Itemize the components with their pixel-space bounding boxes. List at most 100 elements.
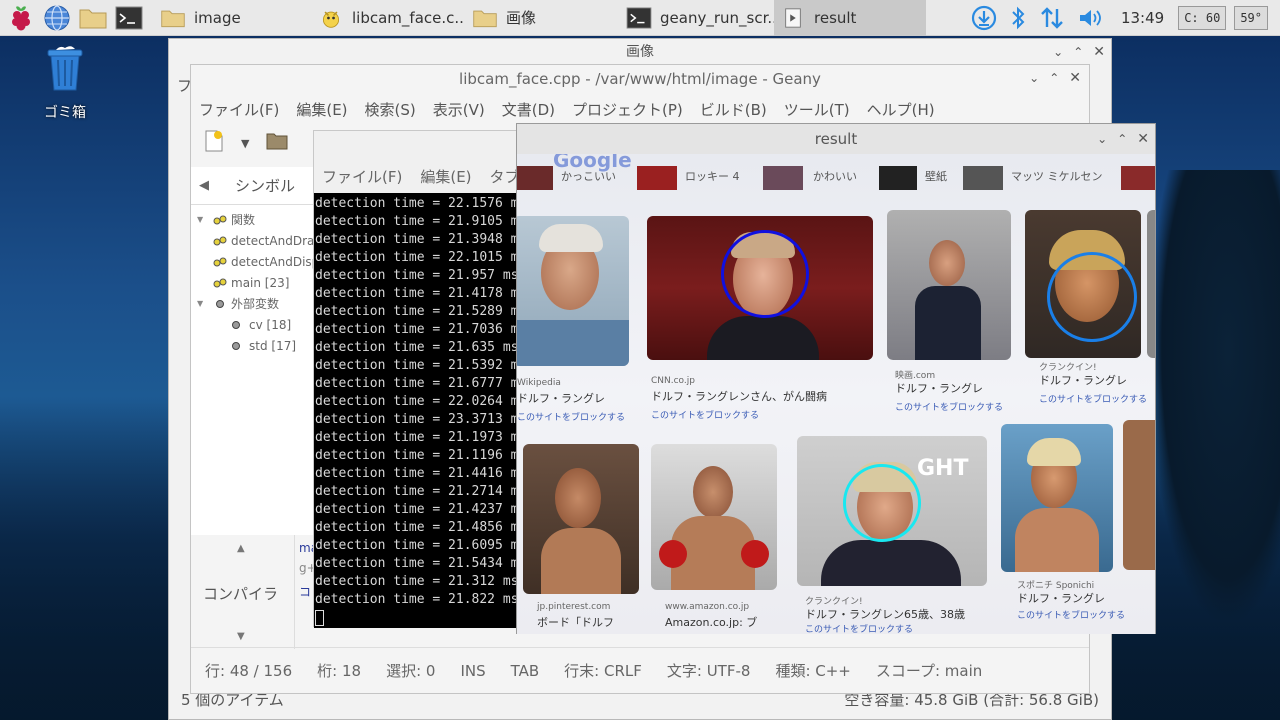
menu-view[interactable]: 表示(V) (433, 99, 485, 120)
tree-item-function[interactable]: detectAndDisplay [60] (191, 251, 314, 272)
tab-scroll-down-icon[interactable]: ▼ (237, 631, 245, 642)
terminal-menu-file[interactable]: ファイル(F) (322, 166, 402, 187)
caption-block-4[interactable]: このサイトをブロックする (1039, 392, 1147, 405)
minimize-icon[interactable]: ⌄ (1053, 39, 1063, 65)
caption-block-1[interactable]: このサイトをブロックする (517, 410, 625, 423)
terminal-line: detection time = 21.1196 ms (315, 448, 524, 463)
tree-group-externals[interactable]: ▼ 外部変数 (191, 293, 314, 314)
new-file-icon[interactable] (203, 129, 225, 157)
tree-item-function[interactable]: detectAndDraw [80] (191, 230, 314, 251)
new-file-dropdown-icon[interactable]: ▼ (241, 137, 249, 150)
result-image-1 (517, 216, 629, 366)
bluetooth-icon[interactable] (1009, 5, 1027, 31)
terminal-line: detection time = 21.822 ms (315, 592, 519, 607)
expander-icon[interactable]: ▼ (197, 215, 207, 224)
caption-title-2: ドルフ・ラングレンさん、がん闘病 (651, 390, 827, 403)
caption-title-7: ドルフ・ラングレン65歳、38歳 (805, 608, 965, 621)
maximize-icon[interactable]: ⌃ (1117, 124, 1127, 154)
caption-block-7[interactable]: このサイトをブロックする (805, 622, 913, 634)
menu-search[interactable]: 検索(S) (365, 99, 416, 120)
terminal-line: detection time = 21.7036 ms (315, 322, 524, 337)
caption-title-1: ドルフ・ラングレ (517, 392, 605, 405)
caption-block-8[interactable]: このサイトをブロックする (1017, 608, 1125, 621)
terminal-menu-edit[interactable]: 編集(E) (420, 166, 471, 187)
tree-group-functions[interactable]: ▼ 関数 (191, 209, 314, 230)
terminal-line: detection time = 21.4856 ms (315, 520, 524, 535)
taskbar-item-result[interactable]: result (774, 0, 926, 36)
menu-build[interactable]: ビルド(B) (700, 99, 767, 120)
volume-icon[interactable] (1077, 5, 1105, 31)
clock[interactable]: 13:49 (1121, 9, 1164, 27)
menu-tools[interactable]: ツール(T) (784, 99, 850, 120)
symbol-sidebar: ◀ シンボル ▼ 関数 detectAndDraw [80] detectAnd… (191, 167, 315, 535)
maximize-icon[interactable]: ⌃ (1073, 39, 1083, 65)
web-browser-icon[interactable] (42, 3, 72, 33)
tree-item-function[interactable]: main [23] (191, 272, 314, 293)
tab-symbols[interactable]: シンボル (235, 175, 295, 196)
menu-file[interactable]: ファイル(F) (199, 99, 279, 120)
terminal-icon (626, 6, 652, 29)
status-indent: TAB (510, 661, 540, 680)
terminal-launcher-icon[interactable] (114, 3, 144, 33)
face-detection-circle (1047, 252, 1137, 342)
caption-block-2[interactable]: このサイトをブロックする (651, 408, 759, 421)
terminal-line: detection time = 21.4237 ms (315, 502, 524, 517)
geany-titlebar[interactable]: libcam_face.cpp - /var/www/html/image - … (191, 65, 1089, 93)
close-icon[interactable]: ✕ (1137, 124, 1149, 154)
result-window: result ⌄ ⌃ ✕ Google かっこいい ロッキー 4 かわいい 壁紙… (516, 123, 1156, 634)
geany-menubar: ファイル(F) 編集(E) 検索(S) 表示(V) 文書(D) プロジェクト(P… (191, 93, 1089, 125)
file-manager-icon[interactable] (78, 3, 108, 33)
network-icon[interactable] (1039, 5, 1065, 31)
terminal-line: detection time = 21.5289 ms (315, 304, 524, 319)
terminal-output[interactable]: detection time = 22.1576 ms detection tim… (314, 193, 524, 628)
chip-2: ロッキー 4 (685, 170, 740, 183)
terminal-line: detection time = 21.635 ms (315, 340, 519, 355)
maximize-icon[interactable]: ⌃ (1049, 64, 1059, 92)
file-manager-titlebar[interactable]: 画像 ⌄ ⌃ ✕ (169, 39, 1111, 65)
taskbar-item-image[interactable]: image (154, 0, 312, 36)
taskbar-item-geany[interactable]: libcam_face.c.. (312, 0, 466, 36)
expander-icon[interactable]: ▼ (197, 299, 207, 308)
raspberry-menu-icon[interactable] (6, 3, 36, 33)
menu-project[interactable]: プロジェクト(P) (572, 99, 683, 120)
close-icon[interactable]: ✕ (1069, 64, 1081, 92)
download-icon[interactable] (971, 5, 997, 31)
minimize-icon[interactable]: ⌄ (1097, 124, 1107, 154)
trash-desktop-icon[interactable]: ゴミ箱 (30, 44, 100, 122)
status-selection: 選択: 0 (386, 662, 436, 680)
sidebar-prev-tab-icon[interactable]: ◀ (191, 178, 217, 193)
geany-icon (322, 10, 340, 28)
terminal-line: detection time = 22.1576 ms (315, 196, 524, 211)
terminal-line: detection time = 21.2714 ms (315, 484, 524, 499)
result-image-5 (523, 444, 639, 594)
tree-item-variable[interactable]: std [17] (191, 335, 314, 356)
minimize-icon[interactable]: ⌄ (1029, 64, 1039, 92)
result-image-3 (887, 210, 1011, 360)
cpu-monitor[interactable]: C: 60 (1178, 5, 1227, 30)
tab-scroll-up-icon[interactable]: ▲ (237, 543, 245, 554)
caption-source-1: Wikipedia (517, 378, 561, 388)
terminal-line: detection time = 22.1015 ms (315, 250, 524, 265)
terminal-line: detection time = 21.5434 ms (315, 556, 524, 571)
chip-4: 壁紙 (925, 170, 947, 183)
temperature-monitor[interactable]: 59° (1234, 5, 1268, 30)
tree-item-variable[interactable]: cv [18] (191, 314, 314, 335)
tab-compiler[interactable]: コンパイラ (203, 583, 278, 604)
menu-edit[interactable]: 編集(E) (296, 99, 347, 120)
function-icon (213, 278, 227, 287)
terminal-line: detection time = 21.9105 ms (315, 214, 524, 229)
status-column: 桁: 18 (317, 662, 362, 680)
result-titlebar[interactable]: result ⌄ ⌃ ✕ (517, 124, 1155, 154)
taskbar-item-geany-run[interactable]: geany_run_scr.. (620, 0, 774, 36)
menu-document[interactable]: 文書(D) (502, 99, 555, 120)
taskbar-item-gazou[interactable]: 画像 (466, 0, 620, 36)
close-icon[interactable]: ✕ (1093, 39, 1105, 65)
status-filetype: 種類: C++ (775, 662, 851, 680)
menu-help[interactable]: ヘルプ(H) (867, 99, 935, 120)
caption-block-3[interactable]: このサイトをブロックする (895, 400, 1003, 413)
variable-icon (232, 320, 240, 329)
caption-source-2: CNN.co.jp (651, 376, 695, 386)
open-file-icon[interactable] (265, 131, 289, 155)
variable-icon (232, 341, 240, 350)
caption-source-6: www.amazon.co.jp (665, 602, 750, 612)
